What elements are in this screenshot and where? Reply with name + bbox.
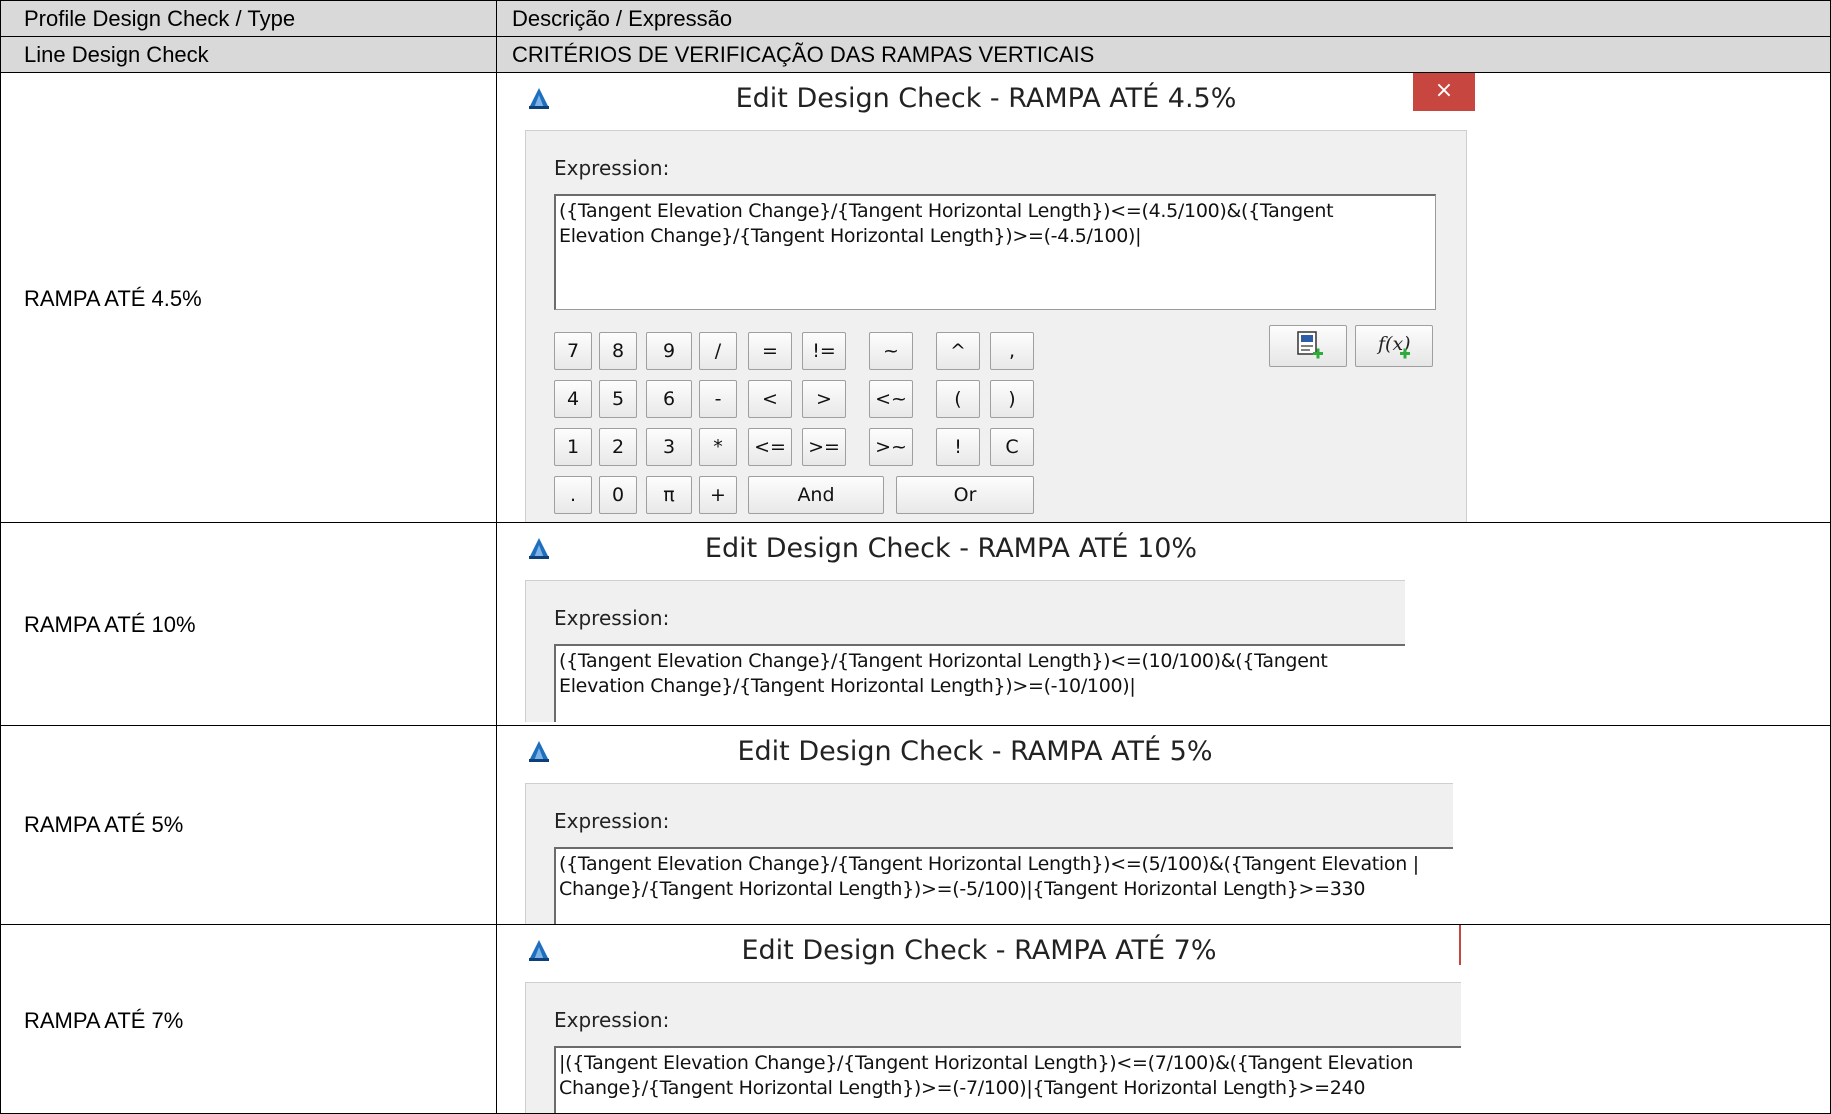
expression-input[interactable]: ({Tangent Elevation Change}/{Tangent Hor…	[554, 194, 1436, 310]
key-greater-similar[interactable]: >~	[869, 428, 913, 466]
expression-text: |({Tangent Elevation Change}/{Tangent Ho…	[559, 1052, 1414, 1099]
dialog-body: Expression: ({Tangent Elevation Change}/…	[525, 783, 1453, 924]
key-caret[interactable]: ^	[936, 332, 980, 370]
expression-text: ({Tangent Elevation Change}/{Tangent Hor…	[559, 200, 1334, 247]
expression-label: Expression:	[554, 809, 670, 833]
dialog-body: Expression: ({Tangent Elevation Change}/…	[525, 580, 1405, 722]
dialog-title: Edit Design Check - RAMPA ATÉ 5%	[737, 736, 1213, 767]
key-8[interactable]: 8	[599, 332, 637, 370]
or-button[interactable]: Or	[896, 476, 1034, 514]
key-5[interactable]: 5	[599, 380, 637, 418]
expression-label: Expression:	[554, 606, 670, 630]
key-similar[interactable]: ~	[869, 332, 913, 370]
key-plus[interactable]: +	[699, 476, 737, 514]
edit-design-check-dialog-5: Edit Design Check - RAMPA ATÉ 5% Express…	[497, 726, 1453, 924]
header-col-type: Profile Design Check / Type	[24, 6, 296, 31]
subheader-type: Line Design Check	[24, 42, 209, 67]
key-pi[interactable]: π	[646, 476, 692, 514]
dialog-title-bar: Edit Design Check - RAMPA ATÉ 7%	[497, 925, 1461, 977]
dialog-title-bar: Edit Design Check - RAMPA ATÉ 4.5% ×	[497, 73, 1475, 125]
key-close-paren[interactable]: )	[990, 380, 1034, 418]
expression-input[interactable]: ({Tangent Elevation Change}/{Tangent Hor…	[554, 847, 1453, 924]
dialog-title-bar: Edit Design Check - RAMPA ATÉ 10%	[497, 523, 1405, 575]
subheader-description: CRITÉRIOS DE VERIFICAÇÃO DAS RAMPAS VERT…	[512, 42, 1095, 67]
key-6[interactable]: 6	[646, 380, 692, 418]
row-label-rampa-5: RAMPA ATÉ 5%	[24, 812, 184, 837]
dialog-title-bar: Edit Design Check - RAMPA ATÉ 5%	[497, 726, 1453, 778]
insert-property-icon	[1297, 331, 1323, 359]
expression-text: ({Tangent Elevation Change}/{Tangent Hor…	[559, 853, 1419, 900]
expression-input[interactable]: |({Tangent Elevation Change}/{Tangent Ho…	[554, 1046, 1461, 1113]
key-9[interactable]: 9	[646, 332, 692, 370]
key-2[interactable]: 2	[599, 428, 637, 466]
key-multiply[interactable]: *	[699, 428, 737, 466]
key-decimal[interactable]: .	[554, 476, 592, 514]
key-not[interactable]: !	[936, 428, 980, 466]
and-button[interactable]: And	[748, 476, 884, 514]
header-col-description: Descrição / Expressão	[512, 6, 733, 31]
dialog-body: Expression: |({Tangent Elevation Change}…	[525, 982, 1461, 1113]
key-1[interactable]: 1	[554, 428, 592, 466]
insert-function-icon	[1400, 348, 1410, 359]
expression-label: Expression:	[554, 156, 670, 180]
key-0[interactable]: 0	[599, 476, 637, 514]
key-less-equal[interactable]: <=	[748, 428, 792, 466]
key-clear[interactable]: C	[990, 428, 1034, 466]
key-not-equals[interactable]: !=	[802, 332, 846, 370]
key-3[interactable]: 3	[646, 428, 692, 466]
key-less-than[interactable]: <	[748, 380, 792, 418]
insert-function-button[interactable]: f(x)	[1355, 325, 1433, 367]
edit-design-check-dialog-7: Edit Design Check - RAMPA ATÉ 7% Express…	[497, 925, 1461, 1113]
expression-label: Expression:	[554, 1008, 670, 1032]
key-open-paren[interactable]: (	[936, 380, 980, 418]
close-button-edge	[1459, 925, 1461, 965]
expression-input[interactable]: ({Tangent Elevation Change}/{Tangent Hor…	[554, 644, 1405, 722]
row-label-rampa-7: RAMPA ATÉ 7%	[24, 1008, 184, 1033]
edit-design-check-dialog-10: Edit Design Check - RAMPA ATÉ 10% Expres…	[497, 523, 1405, 722]
expression-text: ({Tangent Elevation Change}/{Tangent Hor…	[559, 650, 1328, 697]
dialog-title: Edit Design Check - RAMPA ATÉ 4.5%	[735, 83, 1237, 114]
key-divide[interactable]: /	[699, 332, 737, 370]
row-label-rampa-4-5: RAMPA ATÉ 4.5%	[24, 286, 202, 311]
dialog-title: Edit Design Check - RAMPA ATÉ 10%	[704, 533, 1198, 564]
key-greater-than[interactable]: >	[802, 380, 846, 418]
key-less-similar[interactable]: <~	[869, 380, 913, 418]
key-comma[interactable]: ,	[990, 332, 1034, 370]
key-greater-equal[interactable]: >=	[802, 428, 846, 466]
dialog-title: Edit Design Check - RAMPA ATÉ 7%	[741, 935, 1217, 966]
row-label-rampa-10: RAMPA ATÉ 10%	[24, 612, 196, 637]
key-minus[interactable]: -	[699, 380, 737, 418]
key-4[interactable]: 4	[554, 380, 592, 418]
edit-design-check-dialog-4-5: Edit Design Check - RAMPA ATÉ 4.5% × Exp…	[497, 73, 1475, 522]
close-button[interactable]: ×	[1413, 73, 1475, 111]
dialog-body: Expression: ({Tangent Elevation Change}/…	[525, 130, 1467, 522]
insert-property-button[interactable]	[1269, 325, 1347, 367]
key-7[interactable]: 7	[554, 332, 592, 370]
key-equals[interactable]: =	[748, 332, 792, 370]
